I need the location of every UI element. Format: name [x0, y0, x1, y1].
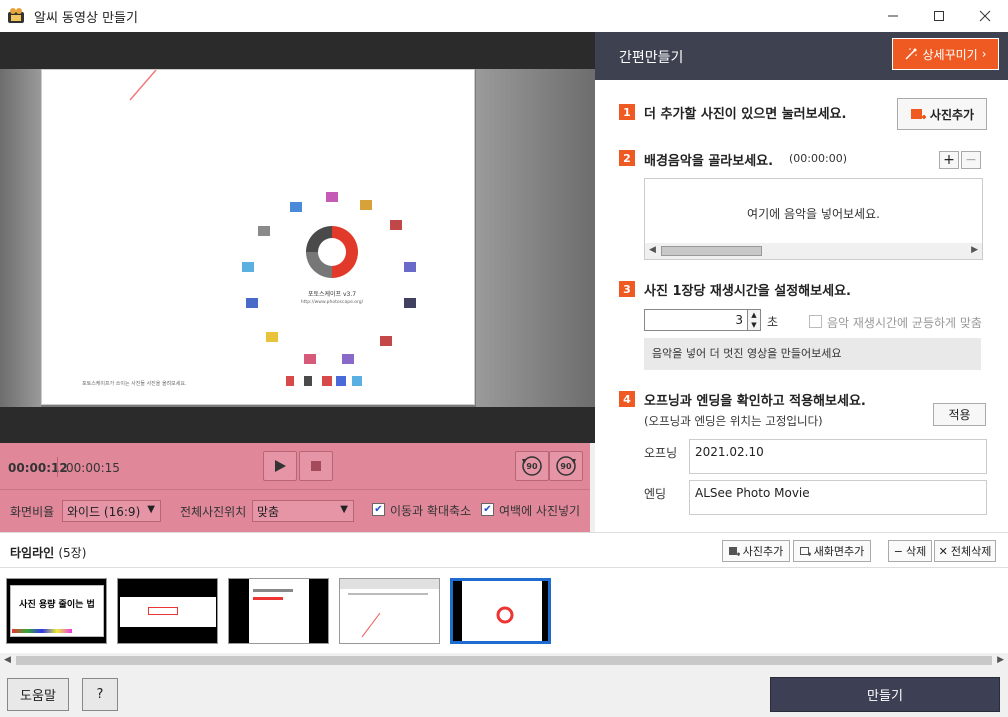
- sync-music-checkbox[interactable]: [809, 315, 822, 328]
- step-2-text: 배경음악을 골라보세요.: [644, 154, 774, 169]
- add-photo-icon: [728, 546, 740, 556]
- close-button[interactable]: [962, 0, 1008, 32]
- timeline-thumb-2[interactable]: [117, 578, 218, 644]
- timeline-thumb-5-selected[interactable]: [450, 578, 551, 644]
- music-duration: (00:00:00): [789, 152, 847, 165]
- music-scrollbar[interactable]: ◀ ▶: [645, 243, 982, 259]
- preview-app-name: 포토스케이프 v3.7: [308, 290, 356, 298]
- slide-image: 포토스케이프 v3.7 http://www.photoscape.org/ 포…: [82, 69, 416, 387]
- stop-button[interactable]: [299, 451, 333, 481]
- add-new-screen-button[interactable]: 새화면추가: [793, 540, 871, 562]
- window-title: 알씨 동영상 만들기: [34, 10, 138, 26]
- stop-icon: [311, 461, 321, 471]
- timeline-thumb-1[interactable]: 사진 용량 줄이는 법: [6, 578, 107, 644]
- music-drop-area[interactable]: 여기에 음악을 넣어보세요. ◀ ▶: [644, 178, 983, 260]
- make-video-button[interactable]: 만들기: [770, 677, 1000, 712]
- opening-label: 오프닝: [644, 446, 678, 460]
- step-4-text: 오프닝과 엔딩을 확인하고 적용해보세요.: [644, 394, 866, 409]
- magic-wand-icon: [905, 48, 918, 60]
- add-photo-button[interactable]: 사진추가: [897, 98, 987, 130]
- chevron-down-icon: ▼: [147, 504, 155, 515]
- play-button[interactable]: [263, 451, 297, 481]
- preview-app-url: http://www.photoscape.org/: [301, 299, 364, 305]
- timeline-thumbnails: 사진 용량 줄이는 법 ◀ ▶: [0, 567, 1008, 668]
- sync-music-label: 음악 재생시간에 균등하게 맞춤: [827, 316, 982, 330]
- rotate-right-icon: 90: [556, 456, 576, 476]
- rotate-left-icon: 90: [522, 456, 542, 476]
- ending-field[interactable]: ALSee Photo Movie: [689, 480, 987, 515]
- rotate-right-button[interactable]: 90: [549, 451, 583, 481]
- minus-icon: −: [893, 544, 903, 558]
- fill-margin-checkbox[interactable]: ✔: [481, 503, 494, 516]
- step-2-number: 2: [619, 150, 635, 166]
- right-panel-header: 간편만들기 상세꾸미기 ›: [595, 32, 1008, 80]
- step-1-text: 더 추가할 사진이 있으면 눌러보세요.: [644, 107, 847, 122]
- timeline-scrollbar[interactable]: ◀ ▶: [0, 653, 1008, 668]
- step-4-note: (오프닝과 엔딩은 위치는 고정입니다): [644, 414, 823, 428]
- scroll-left-icon[interactable]: ◀: [649, 245, 656, 255]
- playback-controls: 00:00:12 00:00:15 90 90 화면비율 와이드 (16:9) …: [0, 443, 590, 537]
- move-zoom-label: 이동과 확대축소: [390, 504, 472, 518]
- duration-stepper[interactable]: ▲ ▼: [747, 309, 761, 331]
- preview-slide: 포토스케이프 v3.7 http://www.photoscape.org/ 포…: [41, 69, 475, 405]
- timeline-title: 타임라인 (5장): [10, 546, 87, 560]
- duration-input[interactable]: 3: [644, 309, 750, 331]
- chevron-down-icon[interactable]: ▼: [751, 321, 756, 329]
- step-3-text: 사진 1장당 재생시간을 설정해보세요.: [644, 284, 851, 299]
- aspect-ratio-select[interactable]: 와이드 (16:9) ▼: [62, 500, 161, 522]
- seconds-unit: 초: [767, 315, 779, 329]
- maximize-button[interactable]: [916, 0, 962, 32]
- question-button[interactable]: ?: [82, 678, 118, 711]
- delete-all-button[interactable]: ✕ 전체삭제: [934, 540, 996, 562]
- opening-field[interactable]: 2021.02.10: [689, 439, 987, 474]
- timeline-add-photo-button[interactable]: 사진추가: [722, 540, 790, 562]
- apply-button[interactable]: 적용: [933, 403, 986, 426]
- add-music-button[interactable]: +: [939, 151, 959, 169]
- chevron-up-icon[interactable]: ▲: [751, 311, 756, 319]
- preview-blur-background: [476, 69, 595, 407]
- music-info-text: 음악을 넣어 더 멋진 영상을 만들어보세요: [644, 338, 981, 370]
- timeline-thumb-4[interactable]: [339, 578, 440, 644]
- timeline-count: (5장): [58, 546, 87, 560]
- current-time: 00:00:12: [8, 461, 68, 475]
- step-4-number: 4: [619, 391, 635, 407]
- preview-footer: 포토스케이프가 쓰이는 사진들 사진을 올려보세요.: [82, 380, 187, 387]
- ending-label: 엔딩: [644, 487, 667, 501]
- timeline-thumb-3[interactable]: [228, 578, 329, 644]
- chevron-down-icon: ▼: [340, 504, 348, 515]
- title-bar: 알씨 동영상 만들기: [0, 0, 1008, 32]
- panel-title: 간편만들기: [619, 50, 684, 66]
- detail-decorate-button[interactable]: 상세꾸미기 ›: [892, 38, 999, 70]
- scroll-left-icon[interactable]: ◀: [4, 655, 11, 665]
- app-icon: [6, 6, 26, 26]
- step-3-number: 3: [619, 281, 635, 297]
- photo-position-label: 전체사진위치: [180, 505, 247, 519]
- add-photo-icon: [910, 109, 926, 119]
- move-zoom-checkbox[interactable]: ✔: [372, 503, 385, 516]
- remove-music-button[interactable]: −: [961, 151, 981, 169]
- minimize-button[interactable]: [870, 0, 916, 32]
- new-screen-icon: [799, 546, 811, 556]
- timeline-header: 타임라인 (5장) 사진추가 새화면추가 − 삭제 ✕ 전체삭제: [0, 532, 1008, 567]
- scroll-right-icon[interactable]: ▶: [997, 655, 1004, 665]
- step-1-number: 1: [619, 104, 635, 120]
- delete-button[interactable]: − 삭제: [888, 540, 932, 562]
- right-panel: 1 더 추가할 사진이 있으면 눌러보세요. 사진추가 2 배경음악을 골라보세…: [595, 80, 1008, 532]
- preview-area: 포토스케이프 v3.7 http://www.photoscape.org/ 포…: [0, 32, 595, 443]
- total-time: 00:00:15: [66, 461, 120, 475]
- help-button[interactable]: 도움말: [7, 678, 69, 711]
- photo-position-select[interactable]: 맞춤 ▼: [252, 500, 354, 522]
- aspect-ratio-label: 화면비율: [10, 505, 55, 519]
- svg-text:90: 90: [526, 462, 538, 471]
- play-icon: [275, 460, 286, 472]
- close-icon: ✕: [938, 544, 948, 558]
- fill-margin-label: 여백에 사진넣기: [499, 504, 581, 518]
- scroll-right-icon[interactable]: ▶: [971, 245, 978, 255]
- rotate-left-button[interactable]: 90: [515, 451, 549, 481]
- bottom-bar: 도움말 ? 만들기: [0, 667, 1008, 717]
- svg-text:90: 90: [560, 462, 572, 471]
- chevron-right-icon: ›: [981, 47, 987, 61]
